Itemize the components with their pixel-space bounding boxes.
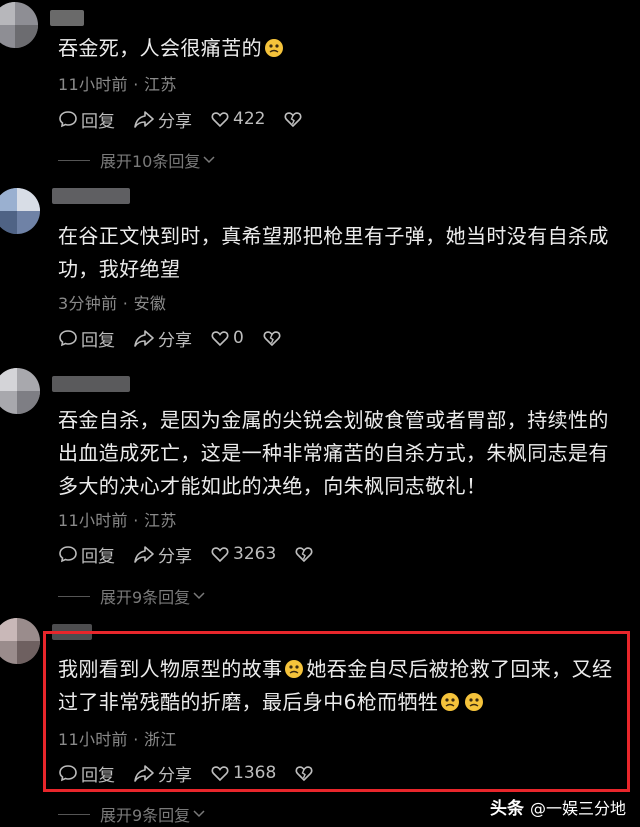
expand-replies-button[interactable]: 展开10条回复: [58, 148, 216, 172]
share-arrow-icon: [134, 111, 154, 128]
comment-time: 11小时前: [58, 730, 128, 749]
like-button[interactable]: 3263: [210, 544, 276, 564]
comment-meta: 11小时前 · 江苏: [58, 507, 177, 531]
share-button[interactable]: 分享: [133, 326, 192, 351]
avatar[interactable]: [0, 368, 40, 414]
broken-heart-icon: [295, 547, 313, 563]
comment-text: 吞金自杀，是因为金属的尖锐会划破食管或者胃部，持续性的 出血造成死亡，这是一种非…: [58, 408, 609, 498]
broken-heart-icon: [284, 112, 302, 128]
comment-time: 3分钟前: [58, 294, 118, 313]
meta-separator: ·: [122, 294, 129, 313]
avatar[interactable]: [0, 618, 40, 664]
reply-bubble-icon: [59, 765, 77, 782]
share-button[interactable]: 分享: [133, 107, 192, 132]
comment-location: 江苏: [144, 75, 177, 94]
source-watermark: 头条 @一娱三分地: [489, 794, 626, 820]
reply-bubble-icon: [59, 546, 77, 563]
worried-face-emoji-icon: [265, 39, 283, 57]
comment-time: 11小时前: [58, 511, 128, 530]
comment-text: 吞金死，人会很痛苦的: [58, 32, 286, 65]
username-blurred[interactable]: [50, 10, 84, 26]
comment-location: 安徽: [133, 294, 167, 313]
comment-actions: 回复 分享 422: [58, 107, 324, 132]
reply-button[interactable]: 回复: [58, 761, 115, 786]
meta-separator: ·: [133, 75, 139, 94]
like-count: 3263: [233, 544, 277, 564]
heart-icon: [211, 547, 229, 563]
dislike-button[interactable]: [262, 328, 285, 348]
worried-face-emoji-icon: [285, 660, 304, 678]
meta-separator: ·: [133, 730, 139, 749]
chevron-down-icon: [193, 810, 205, 818]
dislike-button[interactable]: [294, 763, 317, 783]
share-button[interactable]: 分享: [133, 542, 192, 567]
share-arrow-icon: [134, 546, 154, 563]
like-count: 422: [233, 109, 266, 129]
username-blurred[interactable]: [52, 188, 130, 204]
divider: [58, 159, 90, 161]
like-button[interactable]: 0: [210, 328, 244, 348]
like-button[interactable]: 1368: [210, 763, 276, 783]
comment-meta: 11小时前 · 江苏: [58, 71, 177, 95]
like-count: 0: [233, 328, 244, 348]
expand-replies-button[interactable]: 展开9条回复: [58, 584, 206, 608]
username-blurred[interactable]: [52, 376, 130, 392]
like-count: 1368: [233, 763, 277, 783]
dislike-button[interactable]: [294, 544, 317, 564]
reply-button[interactable]: 回复: [58, 107, 115, 132]
worried-face-emoji-icon: [441, 693, 460, 711]
comment-text: 我刚看到人物原型的故事 她吞金自尽后被抢救了回来，又经 过了非常残酷的折磨，最后身…: [58, 657, 613, 714]
expand-replies-button[interactable]: 展开9条回复: [58, 802, 206, 826]
comment-time: 11小时前: [58, 75, 128, 94]
reply-button[interactable]: 回复: [58, 542, 115, 567]
watermark-handle: @一娱三分地: [529, 798, 626, 818]
heart-icon: [211, 766, 229, 782]
watermark-brand: 头条: [489, 799, 524, 819]
worried-face-emoji-icon: [465, 693, 484, 711]
comment-actions: 回复 分享 1368: [58, 761, 335, 786]
comment-actions: 回复 分享 3263: [58, 542, 335, 567]
dislike-button[interactable]: [283, 109, 306, 129]
divider: [58, 595, 90, 597]
like-button[interactable]: 422: [210, 109, 265, 129]
divider: [58, 813, 90, 815]
heart-icon: [211, 331, 229, 347]
share-arrow-icon: [134, 330, 154, 347]
chevron-down-icon: [193, 592, 205, 600]
reply-bubble-icon: [59, 330, 77, 347]
broken-heart-icon: [295, 766, 313, 782]
meta-separator: ·: [133, 511, 139, 530]
chevron-down-icon: [203, 156, 215, 164]
comment-location: 浙江: [144, 730, 177, 749]
comment-meta: 3分钟前 · 安徽: [58, 290, 166, 314]
broken-heart-icon: [263, 331, 281, 347]
comment-actions: 回复 分享 0: [58, 326, 303, 351]
reply-bubble-icon: [59, 111, 77, 128]
comment-meta: 11小时前 · 浙江: [58, 726, 177, 750]
avatar[interactable]: [0, 188, 40, 234]
comment-location: 江苏: [144, 511, 177, 530]
share-button[interactable]: 分享: [133, 761, 192, 786]
avatar[interactable]: [0, 2, 38, 48]
heart-icon: [211, 112, 229, 128]
comment-text: 在谷正文快到时，真希望那把枪里有子弹，她当时没有自杀成 功，我好绝望: [58, 224, 609, 281]
share-arrow-icon: [134, 765, 154, 782]
reply-button[interactable]: 回复: [58, 326, 115, 351]
